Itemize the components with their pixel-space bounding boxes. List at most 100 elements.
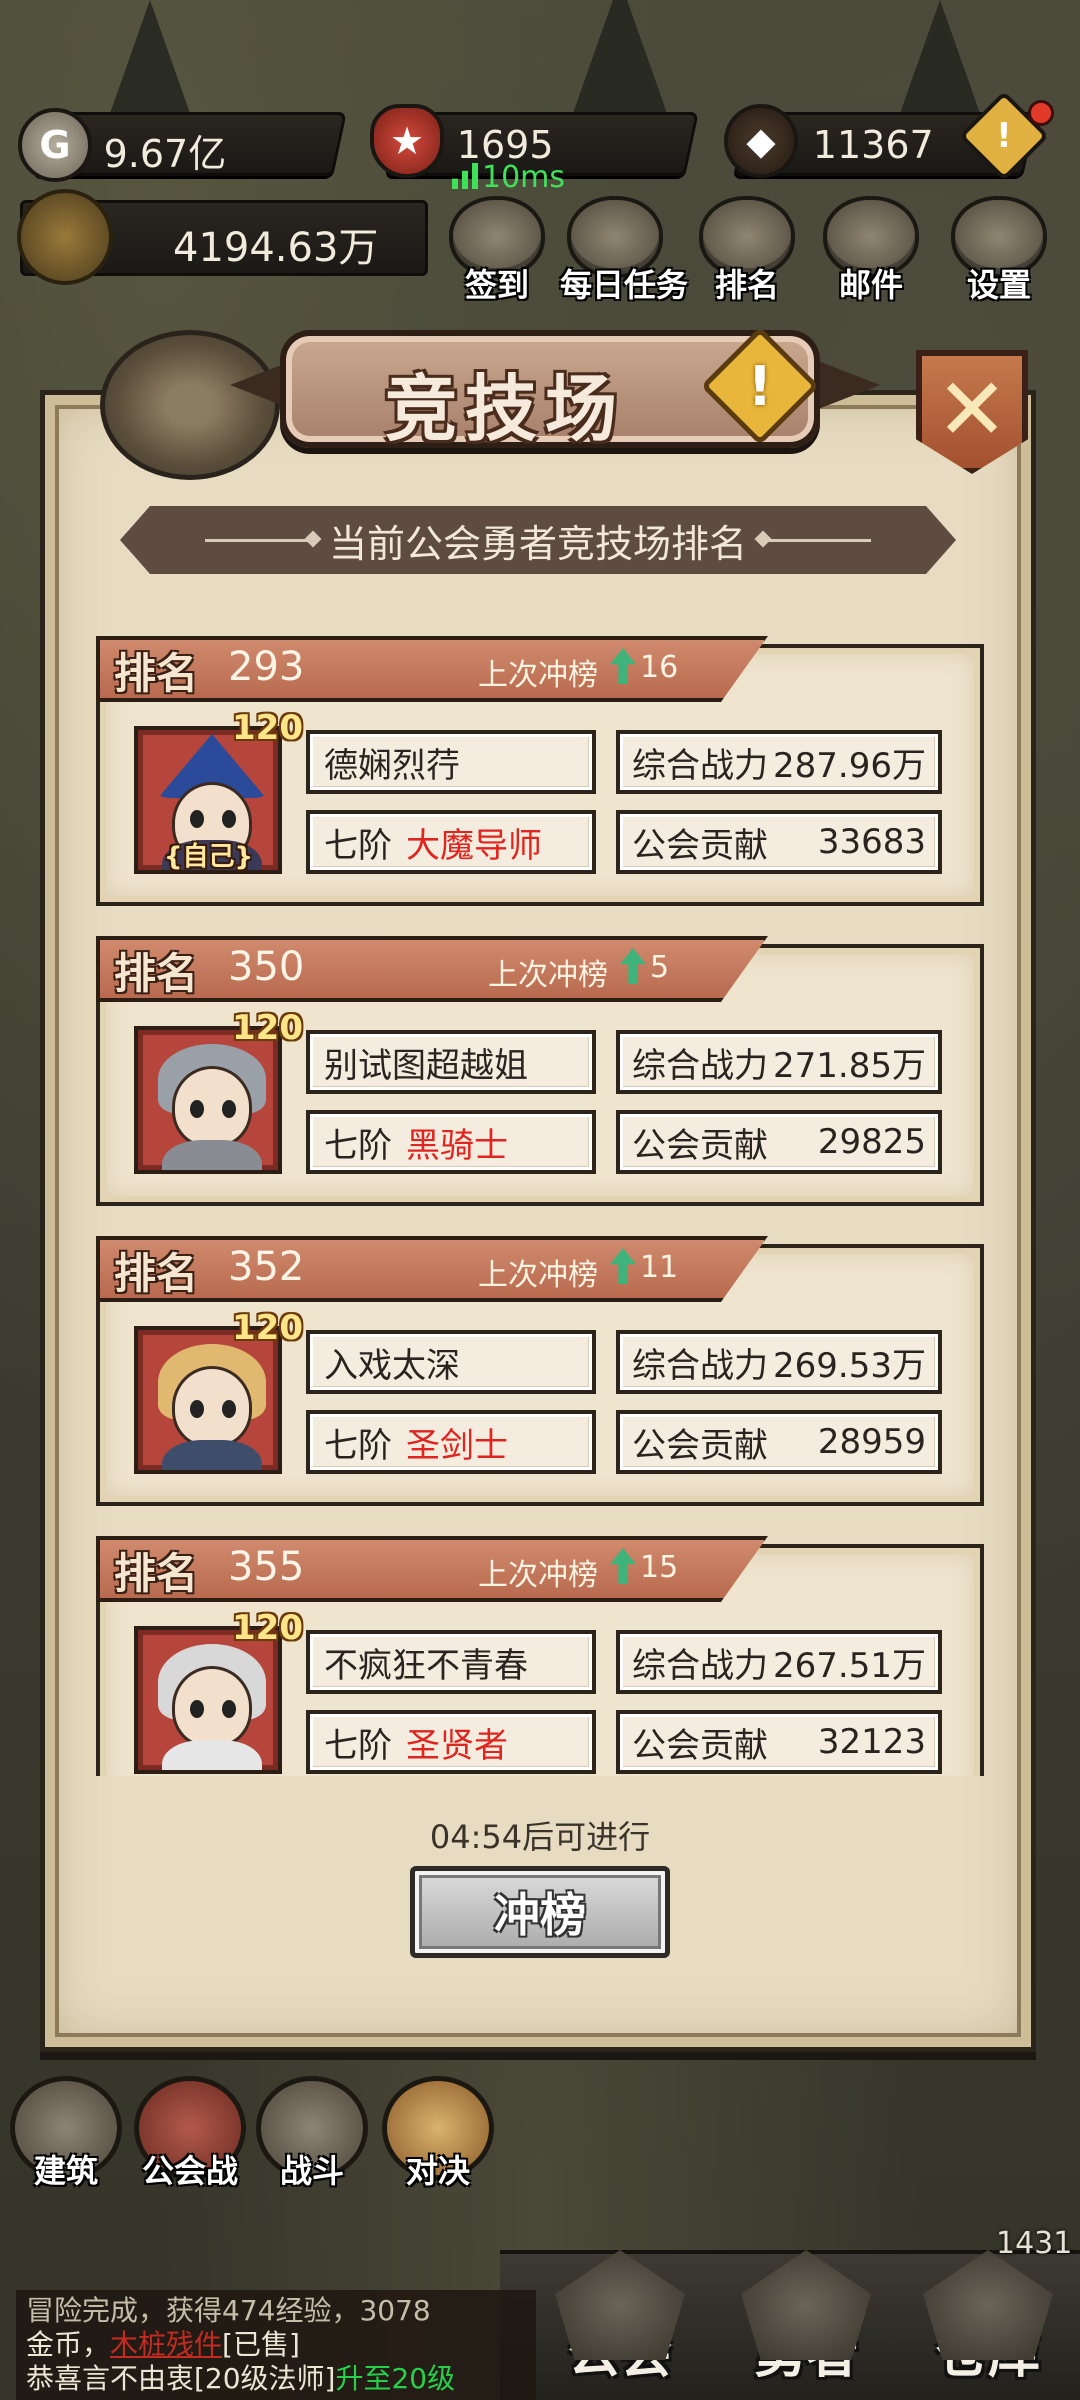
ranking-card[interactable]: 排名 293 上次冲榜 16 120 {自己} 德娴烈荇 七阶 大魔导师 综合战力…: [96, 636, 984, 906]
settings-button[interactable]: 设置: [944, 196, 1054, 306]
rank-number: 293: [228, 644, 305, 690]
battle-button[interactable]: 战斗: [252, 2076, 372, 2196]
ranking-card[interactable]: 排名 352 上次冲榜 11 120 入戏太深 七阶 圣剑士 综合战力 269.53…: [96, 1236, 984, 1506]
power-label: 综合战力: [632, 1345, 768, 1386]
contribution-label: 公会贡献: [632, 825, 768, 866]
self-tag: {自己}: [164, 842, 254, 872]
last-rush-label: 上次冲榜: [488, 958, 608, 993]
mail-label: 邮件: [838, 266, 903, 304]
daily-task-button[interactable]: 每日任务: [560, 196, 689, 306]
notification-dot: [1028, 100, 1054, 126]
avatar-face: [172, 1066, 252, 1148]
honor-shield-icon: ★: [370, 104, 444, 178]
power-value: 271.85万: [773, 1045, 926, 1086]
last-rush-change: 15: [640, 1550, 679, 1585]
total-power-bar: 4194.63万: [17, 189, 428, 285]
subtitle-text: 当前公会勇者竞技场排名: [328, 521, 747, 566]
hero-level: 120: [232, 708, 303, 748]
ranking-subtitle: 当前公会勇者竞技场排名: [120, 506, 956, 574]
player-name: 入戏太深: [324, 1345, 460, 1386]
contribution-value: 32123: [817, 1722, 926, 1762]
class-field: 七阶 圣贤者: [306, 1710, 596, 1774]
guild-war-button[interactable]: 公会战: [130, 2076, 250, 2196]
rank-label: 排名: [114, 649, 199, 698]
rank-number: 352: [228, 1244, 305, 1290]
rank-label: 排名: [114, 1249, 199, 1298]
contribution-label: 公会贡献: [632, 1725, 768, 1766]
tier-label: 七阶: [324, 1125, 392, 1166]
tab-guild[interactable]: 公会: [540, 2250, 700, 2400]
class-name: 黑骑士: [406, 1125, 508, 1166]
contribution-field: 公会贡献 33683: [616, 810, 942, 874]
guild-war-label: 公会战: [141, 2152, 238, 2190]
building-label: 建筑: [33, 2152, 98, 2190]
last-rush-label: 上次冲榜: [478, 1258, 598, 1293]
battle-label: 战斗: [279, 2152, 344, 2190]
gold-value: 9.67亿: [103, 132, 227, 176]
player-name-field: 不疯狂不青春: [306, 1630, 596, 1694]
helmet-icon: [741, 2250, 871, 2360]
guild-icon: [555, 2250, 685, 2360]
duel-label: 对决: [405, 2152, 470, 2190]
rank-label: 排名: [114, 1549, 199, 1598]
contribution-value: 29825: [817, 1122, 926, 1162]
ping-value: 10ms: [482, 160, 566, 195]
power-label: 综合战力: [632, 1045, 768, 1086]
hero-level: 120: [232, 1008, 303, 1048]
ranking-list[interactable]: 排名 293 上次冲榜 16 120 {自己} 德娴烈荇 七阶 大魔导师 综合战力…: [96, 636, 984, 1776]
settings-label: 设置: [966, 266, 1031, 304]
duel-button[interactable]: 对决: [378, 2076, 498, 2196]
chat-line: 恭喜言不由衷[20级法师]升至20级: [26, 2362, 456, 2395]
building-button[interactable]: 建筑: [6, 2076, 126, 2196]
ranking-card[interactable]: 排名 355 上次冲榜 15 120 不疯狂不青春 七阶 圣贤者 综合战力 267.…: [96, 1536, 984, 1776]
warehouse-icon: [923, 2250, 1053, 2360]
power-label: 综合战力: [632, 745, 768, 786]
chat-line: 冒险完成，获得474经验，3078: [26, 2294, 431, 2327]
class-name: 大魔导师: [406, 825, 542, 866]
ranking-card[interactable]: 排名 350 上次冲榜 5 120 别试图超越姐 七阶 黑骑士 综合战力 271.8…: [96, 936, 984, 1206]
power-field: 综合战力 267.51万: [616, 1630, 942, 1694]
tier-label: 七阶: [324, 1425, 392, 1466]
contribution-field: 公会贡献 28959: [616, 1410, 942, 1474]
hero-level: 120: [232, 1308, 303, 1348]
signal-icon: [452, 163, 478, 189]
rank-number: 355: [228, 1544, 305, 1590]
mail-button[interactable]: 邮件: [816, 196, 926, 306]
chat-log[interactable]: 冒险完成，获得474经验，3078 金币，木桩残件[已售] 恭喜言不由衷[20级…: [16, 2290, 536, 2400]
daily-task-label: 每日任务: [560, 266, 689, 304]
power-field: 综合战力 287.96万: [616, 730, 942, 794]
class-name: 圣贤者: [406, 1725, 508, 1766]
total-power-value: 4194.63万: [173, 225, 379, 271]
knight-avatar[interactable]: [134, 1026, 282, 1174]
swordsman-avatar[interactable]: [134, 1326, 282, 1474]
class-field: 七阶 圣剑士: [306, 1410, 596, 1474]
last-rush-label: 上次冲榜: [478, 1558, 598, 1593]
player-name: 不疯狂不青春: [324, 1645, 528, 1686]
power-value: 287.96万: [773, 745, 926, 786]
rank-number: 350: [228, 944, 305, 990]
contribution-field: 公会贡献 29825: [616, 1110, 942, 1174]
power-field: 综合战力 271.85万: [616, 1030, 942, 1094]
close-icon: ✕: [935, 360, 1009, 460]
tab-heroes[interactable]: 勇者: [726, 2250, 886, 2400]
signin-button[interactable]: 签到: [442, 196, 552, 306]
divider-line: [205, 539, 315, 542]
power-field: 综合战力 269.53万: [616, 1330, 942, 1394]
ranking-button[interactable]: 排名: [692, 196, 802, 306]
class-name: 圣剑士: [406, 1425, 508, 1466]
ranking-label: 排名: [714, 266, 779, 304]
dialog-title: 竞技场: [384, 366, 625, 451]
rush-rank-button[interactable]: 冲榜: [410, 1866, 670, 1958]
contribution-value: 28959: [817, 1422, 926, 1462]
power-value: 267.51万: [773, 1645, 926, 1686]
last-rush-change: 5: [650, 950, 670, 985]
item-link[interactable]: 木桩残件: [110, 2328, 222, 2361]
power-emblem-icon: [17, 189, 113, 285]
contribution-label: 公会贡献: [632, 1425, 768, 1466]
sage-avatar[interactable]: [134, 1626, 282, 1774]
tab-warehouse[interactable]: 仓库: [908, 2250, 1068, 2400]
divider-line: [761, 539, 871, 542]
power-value: 269.53万: [773, 1345, 926, 1386]
last-rush-label: 上次冲榜: [478, 658, 598, 693]
class-field: 七阶 黑骑士: [306, 1110, 596, 1174]
